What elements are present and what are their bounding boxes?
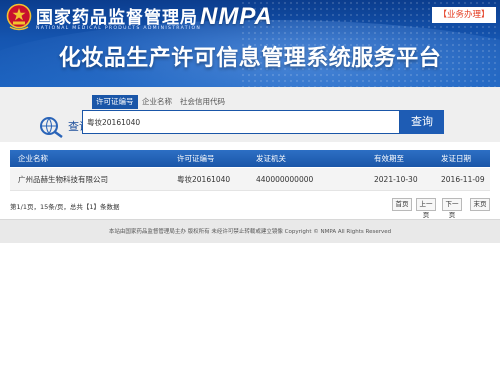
agency-abbr-logo: NMPA [200, 3, 273, 30]
cell-company: 广州品赫生物科技有限公司 [18, 175, 108, 184]
magnifier-globe-icon [40, 117, 63, 138]
national-emblem-icon [6, 3, 32, 31]
agency-name: 国家药品监督管理局 [36, 8, 198, 28]
column-header-issuer: 发证机关 [256, 154, 286, 163]
tab-license-number[interactable]: 许可证编号 [92, 95, 138, 109]
table-header: 企业名称 许可证编号 发证机关 有效期至 发证日期 [10, 150, 490, 167]
page-footer: 本站由国家药品监督管理局主办 版权所有 未经许可禁止转载或建立镜像 Copyri… [0, 219, 500, 243]
business-link[interactable]: 【业务办理】 [432, 7, 496, 23]
agency-name-en: NATIONAL MEDICAL PRODUCTS ADMINISTRATION [36, 26, 202, 31]
pagination-summary: 第1/1页，15条/页，总共【1】条数据 [10, 203, 120, 211]
column-header-valid-until: 有效期至 [374, 154, 404, 163]
cell-valid-until: 2021-10-30 [374, 175, 418, 184]
site-banner: 国家药品监督管理局 NATIONAL MEDICAL PRODUCTS ADMI… [0, 0, 500, 87]
column-header-issue-date: 发证日期 [441, 154, 471, 163]
cell-issue-date: 2016-11-09 [441, 175, 485, 184]
search-box [82, 110, 400, 134]
search-button[interactable]: 查询 [400, 110, 444, 134]
first-page-button[interactable]: 首页 [392, 198, 412, 211]
column-header-license: 许可证编号 [177, 154, 215, 163]
prev-page-button[interactable]: 上一页 [416, 198, 436, 219]
cell-license: 粤妆20161040 [177, 175, 231, 184]
cell-issuer: 440000000000 [256, 175, 314, 184]
column-header-company: 企业名称 [18, 154, 48, 163]
last-page-button[interactable]: 末页 [470, 198, 490, 211]
tab-credit-code[interactable]: 社会信用代码 [176, 95, 229, 109]
search-input[interactable] [87, 115, 387, 130]
footer-copyright: 本站由国家药品监督管理局主办 版权所有 未经许可禁止转载或建立镜像 Copyri… [108, 229, 392, 235]
table-row[interactable]: 广州品赫生物科技有限公司 粤妆20161040 440000000000 202… [10, 168, 490, 191]
tab-company-name[interactable]: 企业名称 [138, 95, 176, 109]
system-title: 化妆品生产许可信息管理系统服务平台 [58, 46, 442, 71]
next-page-button[interactable]: 下一页 [442, 198, 462, 219]
